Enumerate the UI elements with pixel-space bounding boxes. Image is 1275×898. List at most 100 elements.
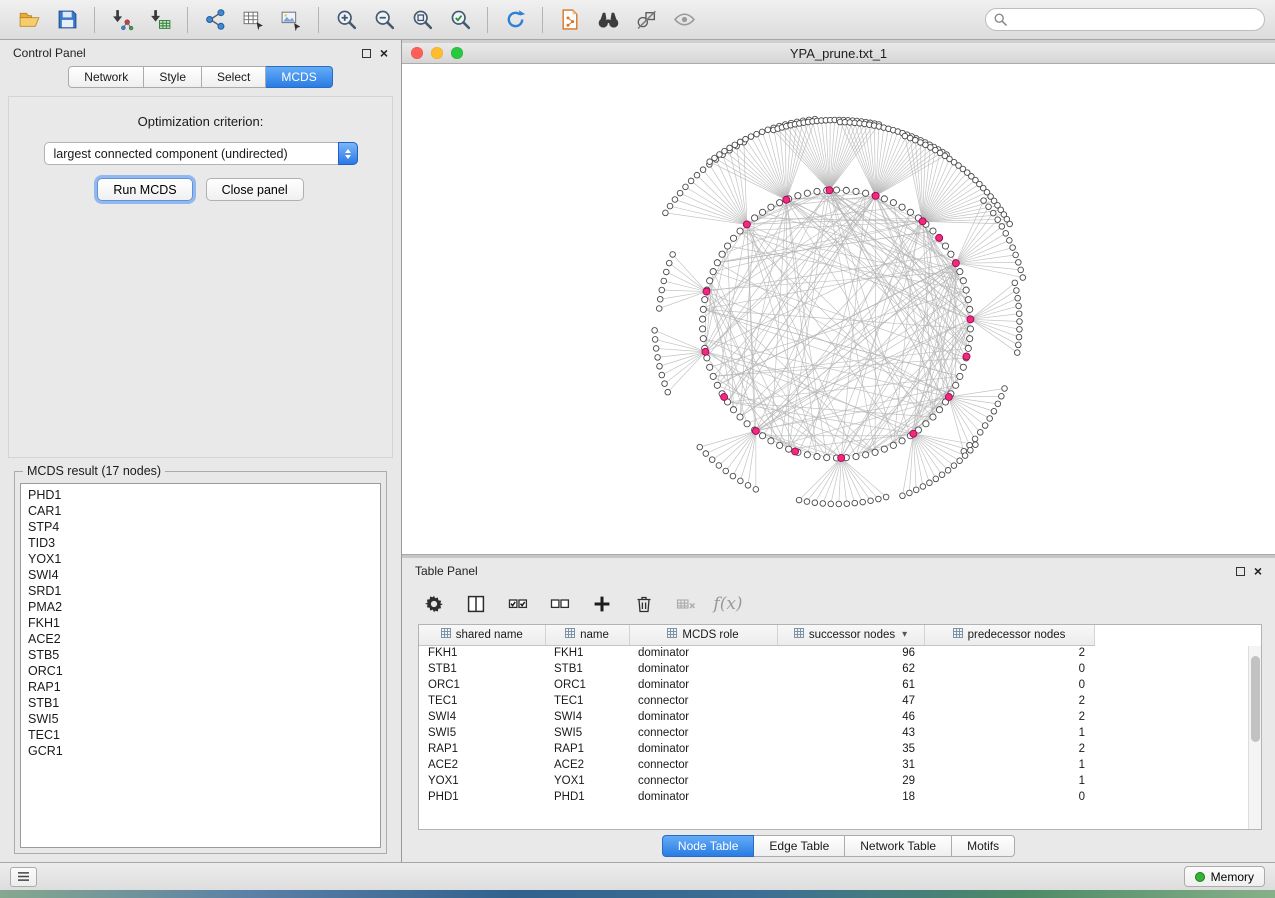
share-network-button[interactable] [196, 4, 234, 36]
annotations-button[interactable] [627, 4, 665, 36]
result-node-item[interactable]: STB5 [28, 647, 373, 663]
table-cell[interactable]: 1 [924, 725, 1094, 741]
table-cell[interactable]: SWI4 [545, 709, 629, 725]
table-cell[interactable]: 47 [777, 693, 924, 709]
table-cell[interactable]: connector [629, 757, 777, 773]
result-node-item[interactable]: ACE2 [28, 631, 373, 647]
table-row[interactable]: ACE2ACE2connector311 [419, 757, 1112, 773]
float-panel-icon[interactable] [362, 49, 371, 58]
import-network-button[interactable] [103, 4, 141, 36]
table-cell[interactable]: 31 [777, 757, 924, 773]
table-cell[interactable]: connector [629, 773, 777, 789]
table-cell[interactable]: 0 [924, 661, 1094, 677]
save-session-button[interactable] [48, 4, 86, 36]
result-node-item[interactable]: GCR1 [28, 743, 373, 759]
table-cell[interactable]: RAP1 [419, 741, 545, 757]
result-node-item[interactable]: STB1 [28, 695, 373, 711]
result-node-item[interactable]: FKH1 [28, 615, 373, 631]
tab-mcds[interactable]: MCDS [266, 66, 332, 88]
table-cell[interactable]: TEC1 [545, 693, 629, 709]
table-cell[interactable]: dominator [629, 645, 777, 661]
table-cell[interactable]: ORC1 [419, 677, 545, 693]
table-cell[interactable]: 1 [924, 773, 1094, 789]
table-cell[interactable]: 43 [777, 725, 924, 741]
add-row-button[interactable] [586, 589, 618, 619]
result-node-item[interactable]: STP4 [28, 519, 373, 535]
table-cell[interactable]: YOX1 [419, 773, 545, 789]
table-row[interactable]: TEC1TEC1connector472 [419, 693, 1112, 709]
table-cell[interactable]: STB1 [419, 661, 545, 677]
column-header-name[interactable]: name [545, 625, 629, 645]
new-table-button[interactable] [234, 4, 272, 36]
table-row[interactable]: SWI4SWI4dominator462 [419, 709, 1112, 725]
table-row[interactable]: YOX1YOX1connector291 [419, 773, 1112, 789]
tab-motifs[interactable]: Motifs [952, 835, 1015, 857]
open-session-button[interactable] [10, 4, 48, 36]
table-cell[interactable]: 2 [924, 645, 1094, 661]
export-image-button[interactable] [272, 4, 310, 36]
result-node-item[interactable]: TID3 [28, 535, 373, 551]
network-window-titlebar[interactable]: YPA_prune.txt_1 [402, 43, 1275, 64]
zoom-selected-button[interactable] [441, 4, 479, 36]
delete-row-button[interactable] [628, 589, 660, 619]
table-cell[interactable]: 18 [777, 789, 924, 805]
table-cell[interactable]: FKH1 [419, 645, 545, 661]
table-cell[interactable]: 2 [924, 693, 1094, 709]
minimize-window-icon[interactable] [431, 47, 443, 59]
float-table-panel-icon[interactable] [1236, 567, 1245, 576]
refresh-layout-button[interactable] [496, 4, 534, 36]
table-cell[interactable]: 96 [777, 645, 924, 661]
table-cell[interactable]: ACE2 [419, 757, 545, 773]
tab-node-table[interactable]: Node Table [662, 835, 755, 857]
table-scrollbar[interactable] [1248, 646, 1261, 829]
run-mcds-button[interactable]: Run MCDS [97, 178, 192, 201]
import-table-button[interactable] [141, 4, 179, 36]
result-node-item[interactable]: PHD1 [28, 487, 373, 503]
show-graphics-button[interactable] [665, 4, 703, 36]
zoom-out-button[interactable] [365, 4, 403, 36]
table-scrollbar-thumb[interactable] [1251, 656, 1260, 742]
table-cell[interactable]: connector [629, 725, 777, 741]
table-cell[interactable]: RAP1 [545, 741, 629, 757]
toggle-columns-button[interactable] [460, 589, 492, 619]
table-cell[interactable]: dominator [629, 741, 777, 757]
table-cell[interactable]: dominator [629, 661, 777, 677]
close-panel-button[interactable]: Close panel [206, 178, 304, 201]
table-cell[interactable]: STB1 [545, 661, 629, 677]
result-node-item[interactable]: PMA2 [28, 599, 373, 615]
maximize-window-icon[interactable] [451, 47, 463, 59]
column-header-successor-nodes[interactable]: successor nodes▾ [777, 625, 924, 645]
close-table-panel-icon[interactable]: × [1254, 566, 1262, 576]
table-cell[interactable]: 35 [777, 741, 924, 757]
table-cell[interactable]: 0 [924, 677, 1094, 693]
table-row[interactable]: FKH1FKH1dominator962 [419, 645, 1112, 661]
table-cell[interactable]: YOX1 [545, 773, 629, 789]
optimization-criterion-select[interactable]: largest connected component (undirected) [44, 142, 358, 165]
tab-network-table[interactable]: Network Table [845, 835, 952, 857]
table-row[interactable]: RAP1RAP1dominator352 [419, 741, 1112, 757]
network-canvas[interactable] [402, 64, 1275, 554]
close-panel-icon[interactable]: × [380, 48, 388, 58]
table-row[interactable]: SWI5SWI5connector431 [419, 725, 1112, 741]
deselect-all-rows-button[interactable] [544, 589, 576, 619]
table-cell[interactable]: 1 [924, 757, 1094, 773]
table-cell[interactable]: dominator [629, 709, 777, 725]
result-node-item[interactable]: TEC1 [28, 727, 373, 743]
table-cell[interactable]: 62 [777, 661, 924, 677]
zoom-fit-button[interactable] [403, 4, 441, 36]
search-binoculars-button[interactable] [589, 4, 627, 36]
result-node-item[interactable]: SWI4 [28, 567, 373, 583]
memory-button[interactable]: Memory [1184, 866, 1265, 887]
column-header-MCDS-role[interactable]: MCDS role [629, 625, 777, 645]
table-cell[interactable]: connector [629, 693, 777, 709]
column-header-predecessor-nodes[interactable]: predecessor nodes [924, 625, 1094, 645]
tab-edge-table[interactable]: Edge Table [754, 835, 845, 857]
table-cell[interactable]: PHD1 [419, 789, 545, 805]
table-cell[interactable]: PHD1 [545, 789, 629, 805]
table-cell[interactable]: 61 [777, 677, 924, 693]
table-cell[interactable]: dominator [629, 789, 777, 805]
table-cell[interactable]: SWI5 [545, 725, 629, 741]
table-cell[interactable]: TEC1 [419, 693, 545, 709]
zoom-in-button[interactable] [327, 4, 365, 36]
table-row[interactable]: PHD1PHD1dominator180 [419, 789, 1112, 805]
